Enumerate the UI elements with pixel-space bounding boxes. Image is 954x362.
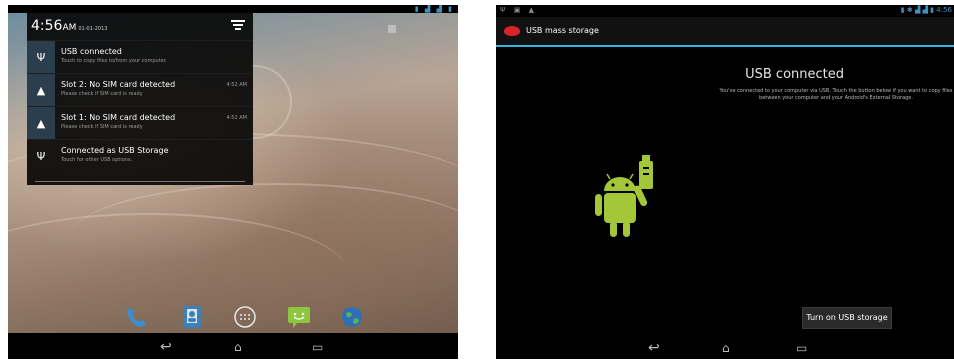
notification-title: USB connected xyxy=(61,47,122,56)
turn-on-usb-storage-button[interactable]: Turn on USB storage xyxy=(802,307,892,329)
app-title: USB mass storage xyxy=(526,26,599,35)
notification-subtitle: Touch to copy files to/from your compute… xyxy=(61,58,167,64)
warning-icon: ▲ xyxy=(27,107,55,139)
notification-subtitle: Please check if SIM card is ready xyxy=(61,91,143,97)
dock xyxy=(8,301,458,335)
messaging-icon[interactable] xyxy=(285,305,313,329)
usb-storage-app-icon xyxy=(504,26,520,36)
notification-sim-slot-1[interactable]: ▲ Slot 1: No SIM card detected Please ch… xyxy=(27,106,253,139)
status-bar: Ψ ▣ ▲ ▮ ✱ ▟ ▟ ▮ 4:56 xyxy=(496,5,954,17)
usb-icon: Ψ xyxy=(27,41,55,73)
recents-icon[interactable]: ▭ xyxy=(312,337,323,357)
notification-shade: 4:56AM 01-01-2013 Ψ USB connected Touch t… xyxy=(27,13,253,185)
notification-time: 4:52 AM xyxy=(226,82,247,88)
quick-settings-icon[interactable] xyxy=(231,20,245,30)
right-tablet-screen: Ψ ▣ ▲ ▮ ✱ ▟ ▟ ▮ 4:56 USB mass storage US… xyxy=(496,5,954,359)
home-icon[interactable]: ⌂ xyxy=(722,338,730,358)
notification-usb-connected[interactable]: Ψ USB connected Touch to copy files to/f… xyxy=(27,40,253,73)
app-drawer-icon[interactable] xyxy=(231,305,259,329)
notification-sim-slot-2[interactable]: ▲ Slot 2: No SIM card detected Please ch… xyxy=(27,73,253,106)
shade-time: 4:56 xyxy=(31,18,63,34)
action-bar: USB mass storage xyxy=(496,17,954,47)
browser-icon[interactable] xyxy=(338,305,366,329)
navigation-bar: ↩ ⌂ ▭ xyxy=(496,338,954,359)
shade-clock: 4:56AM 01-01-2013 xyxy=(31,18,107,34)
notification-title: Slot 2: No SIM card detected xyxy=(61,80,176,89)
shade-drag-handle[interactable] xyxy=(35,181,245,182)
status-time: 4:56 xyxy=(936,6,952,14)
contacts-icon[interactable] xyxy=(178,305,206,329)
warning-icon: ▲ xyxy=(27,74,55,106)
recents-icon[interactable]: ▭ xyxy=(796,338,807,358)
status-icons: ▮ ✱ ▟ ▟ ▮ 4:56 xyxy=(900,6,952,14)
back-icon[interactable]: ↩ xyxy=(160,337,172,357)
notification-title: Slot 1: No SIM card detected xyxy=(61,113,176,122)
status-icons: ▮ ▟ ▟ ▮ xyxy=(414,5,454,13)
notification-time: 4:52 AM xyxy=(226,115,247,121)
mic-icon[interactable] xyxy=(388,25,396,33)
notification-title: Connected as USB Storage xyxy=(61,146,169,155)
notification-subtitle: Please check if SIM card is ready xyxy=(61,124,143,130)
shade-date: 01-01-2013 xyxy=(78,26,108,32)
usb-description: You've connected to your computer via US… xyxy=(719,88,953,101)
left-tablet-screen: ▮ ▟ ▟ ▮ 4:56AM 01-01-2013 Ψ USB connected… xyxy=(8,5,458,359)
navigation-bar: ↩ ⌂ ▭ xyxy=(8,335,458,359)
usb-icon: Ψ xyxy=(36,149,46,163)
android-usb-icon xyxy=(595,155,653,237)
back-icon[interactable]: ↩ xyxy=(648,338,660,358)
home-icon[interactable]: ⌂ xyxy=(234,337,242,357)
status-bar: ▮ ▟ ▟ ▮ xyxy=(8,5,458,13)
notification-subtitle: Touch for other USB options. xyxy=(61,157,133,163)
notification-icons: Ψ ▣ ▲ xyxy=(500,6,537,14)
page-title: USB connected xyxy=(745,67,844,82)
shade-ampm: AM xyxy=(62,23,77,33)
notification-usb-storage[interactable]: Ψ Connected as USB Storage Touch for oth… xyxy=(27,139,253,172)
phone-icon[interactable] xyxy=(123,305,151,329)
shade-header: 4:56AM 01-01-2013 xyxy=(27,13,253,39)
